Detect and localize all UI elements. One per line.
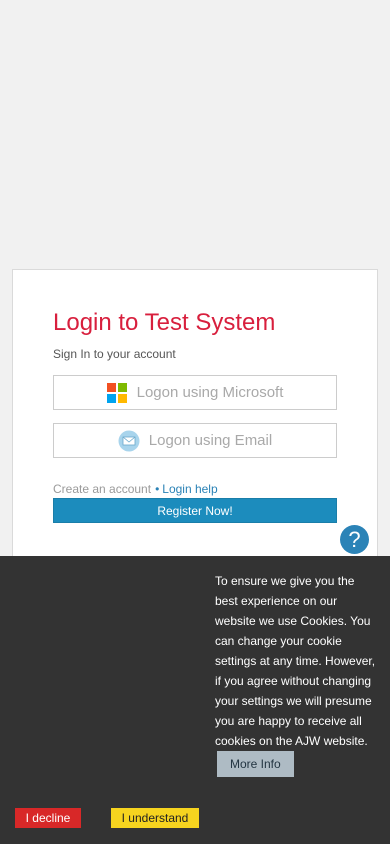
cookie-message: To ensure we give you the best experienc… — [215, 571, 380, 777]
logon-microsoft-label: Logon using Microsoft — [136, 384, 284, 401]
more-info-button[interactable]: More Info — [217, 751, 294, 777]
page-subtitle: Sign In to your account — [53, 347, 176, 361]
logon-email-button[interactable]: Logon using Email — [53, 423, 337, 458]
logon-email-label: Logon using Email — [148, 432, 273, 449]
decline-cookies-button[interactable]: I decline — [15, 808, 81, 828]
create-account-link[interactable]: Create an account — [53, 482, 151, 496]
email-envelope-icon — [118, 430, 140, 451]
login-card: Login to Test System Sign In to your acc… — [12, 269, 378, 599]
microsoft-logo-icon — [106, 382, 127, 403]
question-mark-icon[interactable]: ? — [340, 525, 369, 554]
accept-cookies-button[interactable]: I understand — [111, 808, 199, 828]
link-separator: • — [155, 482, 160, 496]
account-links: Create an account • Login help — [53, 482, 218, 496]
logon-microsoft-button[interactable]: Logon using Microsoft — [53, 375, 337, 410]
page-title: Login to Test System — [53, 309, 276, 336]
register-now-button[interactable]: Register Now! — [53, 498, 337, 523]
cookie-consent-bar: To ensure we give you the best experienc… — [0, 556, 390, 844]
cookie-message-text: To ensure we give you the best experienc… — [215, 574, 376, 748]
login-help-link[interactable]: Login help — [162, 482, 217, 496]
